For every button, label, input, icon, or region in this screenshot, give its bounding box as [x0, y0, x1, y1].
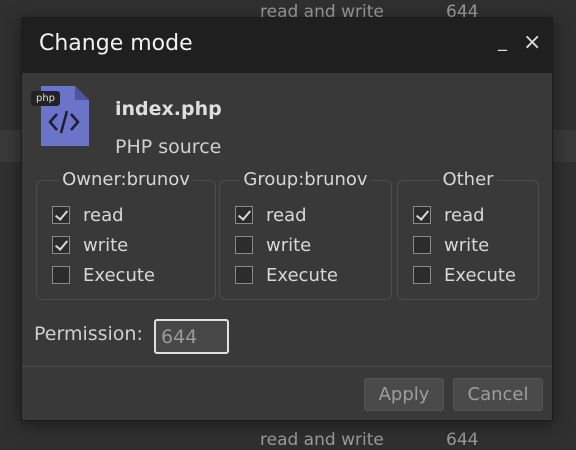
file-type-badge: php — [31, 91, 61, 106]
background-permission-text-bottom: read and write — [260, 430, 384, 450]
checkbox-label: read — [83, 204, 124, 226]
other-permission-group: Other read write Execute — [397, 169, 539, 300]
cancel-button[interactable]: Cancel — [453, 378, 543, 411]
footer-divider — [22, 366, 552, 367]
change-mode-dialog: Change mode _ × php index.php PHP source… — [21, 17, 553, 421]
checkbox-checked-icon[interactable] — [52, 236, 70, 254]
checkbox-label: write — [83, 234, 129, 256]
checkbox-unchecked-icon[interactable] — [235, 266, 253, 284]
group-write-checkbox[interactable]: write — [235, 233, 311, 257]
background-permission-value-bottom: 644 — [446, 430, 479, 450]
owner-group-title: Owner:brunov — [59, 169, 193, 190]
checkbox-label: read — [266, 204, 307, 226]
close-button[interactable]: × — [523, 32, 541, 54]
group-read-checkbox[interactable]: read — [235, 203, 307, 227]
checkbox-checked-icon[interactable] — [235, 206, 253, 224]
owner-execute-checkbox[interactable]: Execute — [52, 263, 155, 287]
checkbox-label: read — [444, 204, 485, 226]
dialog-title: Change mode — [39, 31, 193, 56]
group-execute-checkbox[interactable]: Execute — [235, 263, 338, 287]
dialog-titlebar[interactable]: Change mode _ × — [22, 18, 552, 73]
permission-input[interactable] — [154, 319, 229, 354]
file-type: PHP source — [115, 136, 222, 158]
file-name: index.php — [115, 98, 222, 120]
checkbox-checked-icon[interactable] — [413, 206, 431, 224]
checkbox-label: Execute — [444, 264, 516, 286]
owner-read-checkbox[interactable]: read — [52, 203, 124, 227]
other-group-title: Other — [439, 169, 497, 190]
permission-label: Permission: — [34, 323, 143, 345]
checkbox-checked-icon[interactable] — [52, 206, 70, 224]
group-group-title: Group:brunov — [240, 169, 371, 190]
other-execute-checkbox[interactable]: Execute — [413, 263, 516, 287]
checkbox-unchecked-icon[interactable] — [52, 266, 70, 284]
checkbox-label: write — [444, 234, 490, 256]
owner-write-checkbox[interactable]: write — [52, 233, 128, 257]
apply-button[interactable]: Apply — [364, 378, 444, 411]
checkbox-unchecked-icon[interactable] — [235, 236, 253, 254]
other-read-checkbox[interactable]: read — [413, 203, 485, 227]
checkbox-label: Execute — [83, 264, 155, 286]
group-permission-group: Group:brunov read write Execute — [219, 169, 392, 300]
other-write-checkbox[interactable]: write — [413, 233, 489, 257]
checkbox-unchecked-icon[interactable] — [413, 236, 431, 254]
owner-permission-group: Owner:brunov read write Execute — [36, 169, 216, 300]
checkbox-label: write — [266, 234, 312, 256]
minimize-button[interactable]: _ — [498, 32, 507, 52]
checkbox-unchecked-icon[interactable] — [413, 266, 431, 284]
checkbox-label: Execute — [266, 264, 338, 286]
